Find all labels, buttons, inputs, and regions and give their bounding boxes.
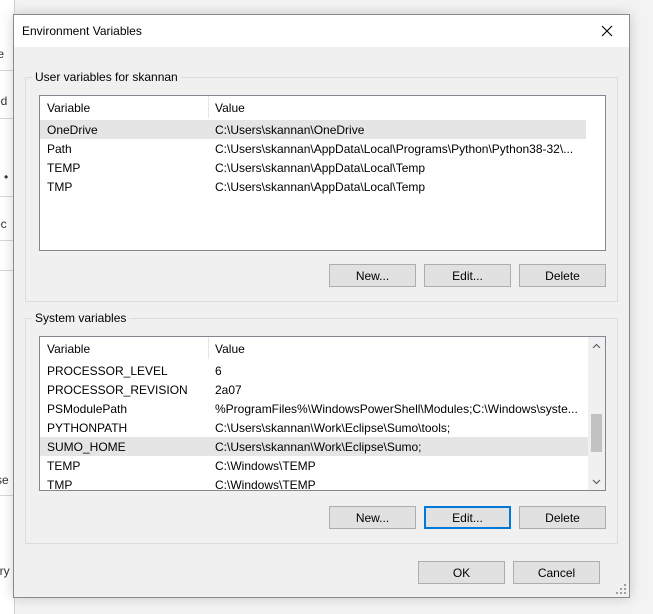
- variable-value-cell: 2a07: [215, 383, 242, 397]
- bg-text-fragment: ec: [0, 217, 7, 231]
- user-edit-button[interactable]: Edit...: [424, 264, 511, 287]
- chevron-up-icon: [592, 343, 601, 348]
- bg-text-fragment: ed: [0, 94, 8, 108]
- variable-value-cell: C:\Users\skannan\Work\Eclipse\Sumo\tools…: [215, 421, 451, 435]
- variable-name-cell: TMP: [47, 180, 73, 194]
- variable-name-cell: PYTHONPATH: [47, 421, 128, 435]
- variable-value-cell: C:\Users\skannan\AppData\Local\Temp: [215, 161, 426, 175]
- variable-value-cell: C:\Users\skannan\Work\Eclipse\Sumo;: [215, 440, 422, 454]
- system-delete-button[interactable]: Delete: [519, 506, 606, 529]
- chevron-down-icon: [592, 479, 601, 484]
- variable-name-cell: PROCESSOR_REVISION: [47, 383, 188, 397]
- table-row[interactable]: PROCESSOR_REVISION 2a07: [40, 380, 588, 399]
- column-header-value[interactable]: Value: [215, 101, 245, 115]
- list-header: Variable Value: [40, 96, 605, 118]
- bg-text-fragment: se: [0, 473, 9, 487]
- variable-name-cell: TEMP: [47, 459, 81, 473]
- variable-name-cell: TMP: [47, 478, 73, 491]
- column-separator[interactable]: [208, 96, 209, 118]
- cancel-button[interactable]: Cancel: [513, 561, 600, 584]
- bg-divider: [0, 240, 14, 241]
- bg-divider: [0, 196, 14, 197]
- scroll-thumb[interactable]: [591, 414, 602, 452]
- system-variables-label: System variables: [32, 311, 130, 325]
- table-row[interactable]: TMP C:\Users\skannan\AppData\Local\Temp: [40, 177, 586, 196]
- variable-value-cell: C:\Windows\TEMP: [215, 459, 316, 473]
- variable-value-cell: C:\Users\skannan\AppData\Local\Programs\…: [215, 142, 574, 156]
- column-separator[interactable]: [208, 337, 209, 359]
- variable-name-cell: TEMP: [47, 161, 81, 175]
- close-icon: [601, 25, 613, 37]
- table-row[interactable]: TMP C:\Windows\TEMP: [40, 475, 588, 491]
- dialog-title: Environment Variables: [22, 24, 142, 38]
- column-header-variable[interactable]: Variable: [47, 101, 90, 115]
- table-row[interactable]: Path C:\Users\skannan\AppData\Local\Progr…: [40, 139, 586, 158]
- bg-divider: [0, 495, 14, 496]
- table-row[interactable]: TEMP C:\Windows\TEMP: [40, 456, 588, 475]
- environment-variables-dialog: Environment Variables User variables for…: [13, 14, 630, 598]
- variable-name-cell: PSModulePath: [47, 402, 128, 416]
- bg-divider: [0, 118, 14, 119]
- vertical-scrollbar[interactable]: [588, 337, 605, 490]
- table-row[interactable]: SUMO_HOME C:\Users\skannan\Work\Eclipse\S…: [40, 437, 588, 456]
- variable-name-cell: SUMO_HOME: [47, 440, 126, 454]
- list-header: Variable Value: [40, 337, 605, 359]
- user-variables-group: User variables for skannan Variable Valu…: [25, 70, 618, 302]
- column-header-value[interactable]: Value: [215, 342, 245, 356]
- title-bar[interactable]: Environment Variables: [14, 15, 629, 47]
- bg-text-fragment: ory: [0, 564, 10, 578]
- variable-name-cell: Path: [47, 142, 72, 156]
- variable-name-cell: OneDrive: [47, 123, 98, 137]
- table-row[interactable]: PYTHONPATH C:\Users\skannan\Work\Eclipse\…: [40, 418, 588, 437]
- variable-value-cell: C:\Users\skannan\AppData\Local\Temp: [215, 180, 426, 194]
- variable-value-cell: C:\Windows\TEMP: [215, 478, 316, 491]
- variable-value-cell: %ProgramFiles%\WindowsPowerShell\Modules…: [215, 402, 578, 416]
- column-header-variable[interactable]: Variable: [47, 342, 90, 356]
- system-variables-group: System variables Variable Value PROCESSO…: [25, 311, 618, 544]
- close-button[interactable]: [585, 15, 629, 47]
- table-row[interactable]: PSModulePath %ProgramFiles%\WindowsPowerS…: [40, 399, 588, 418]
- table-row[interactable]: PROCESSOR_LEVEL 6: [40, 361, 588, 380]
- variable-value-cell: 6: [215, 364, 222, 378]
- bg-text-fragment: te: [0, 47, 5, 61]
- bg-divider: [0, 70, 14, 71]
- user-variables-label: User variables for skannan: [32, 70, 181, 84]
- scroll-up-button[interactable]: [588, 337, 605, 354]
- user-variables-list[interactable]: Variable Value OneDrive C:\Users\skannan\…: [39, 95, 606, 251]
- ok-button[interactable]: OK: [418, 561, 505, 584]
- system-edit-button[interactable]: Edit...: [424, 506, 511, 529]
- bg-text-fragment: •: [4, 170, 9, 184]
- user-new-button[interactable]: New...: [329, 264, 416, 287]
- scroll-down-button[interactable]: [588, 473, 605, 490]
- table-row[interactable]: TEMP C:\Users\skannan\AppData\Local\Temp: [40, 158, 586, 177]
- user-delete-button[interactable]: Delete: [519, 264, 606, 287]
- table-row[interactable]: OneDrive C:\Users\skannan\OneDrive: [40, 120, 586, 139]
- variable-name-cell: PROCESSOR_LEVEL: [47, 364, 168, 378]
- resize-grip-icon[interactable]: [615, 583, 627, 595]
- system-new-button[interactable]: New...: [329, 506, 416, 529]
- bg-divider: [0, 270, 14, 271]
- variable-value-cell: C:\Users\skannan\OneDrive: [215, 123, 365, 137]
- system-variables-list[interactable]: Variable Value PROCESSOR_LEVEL 6 PROCESSOR…: [39, 336, 606, 491]
